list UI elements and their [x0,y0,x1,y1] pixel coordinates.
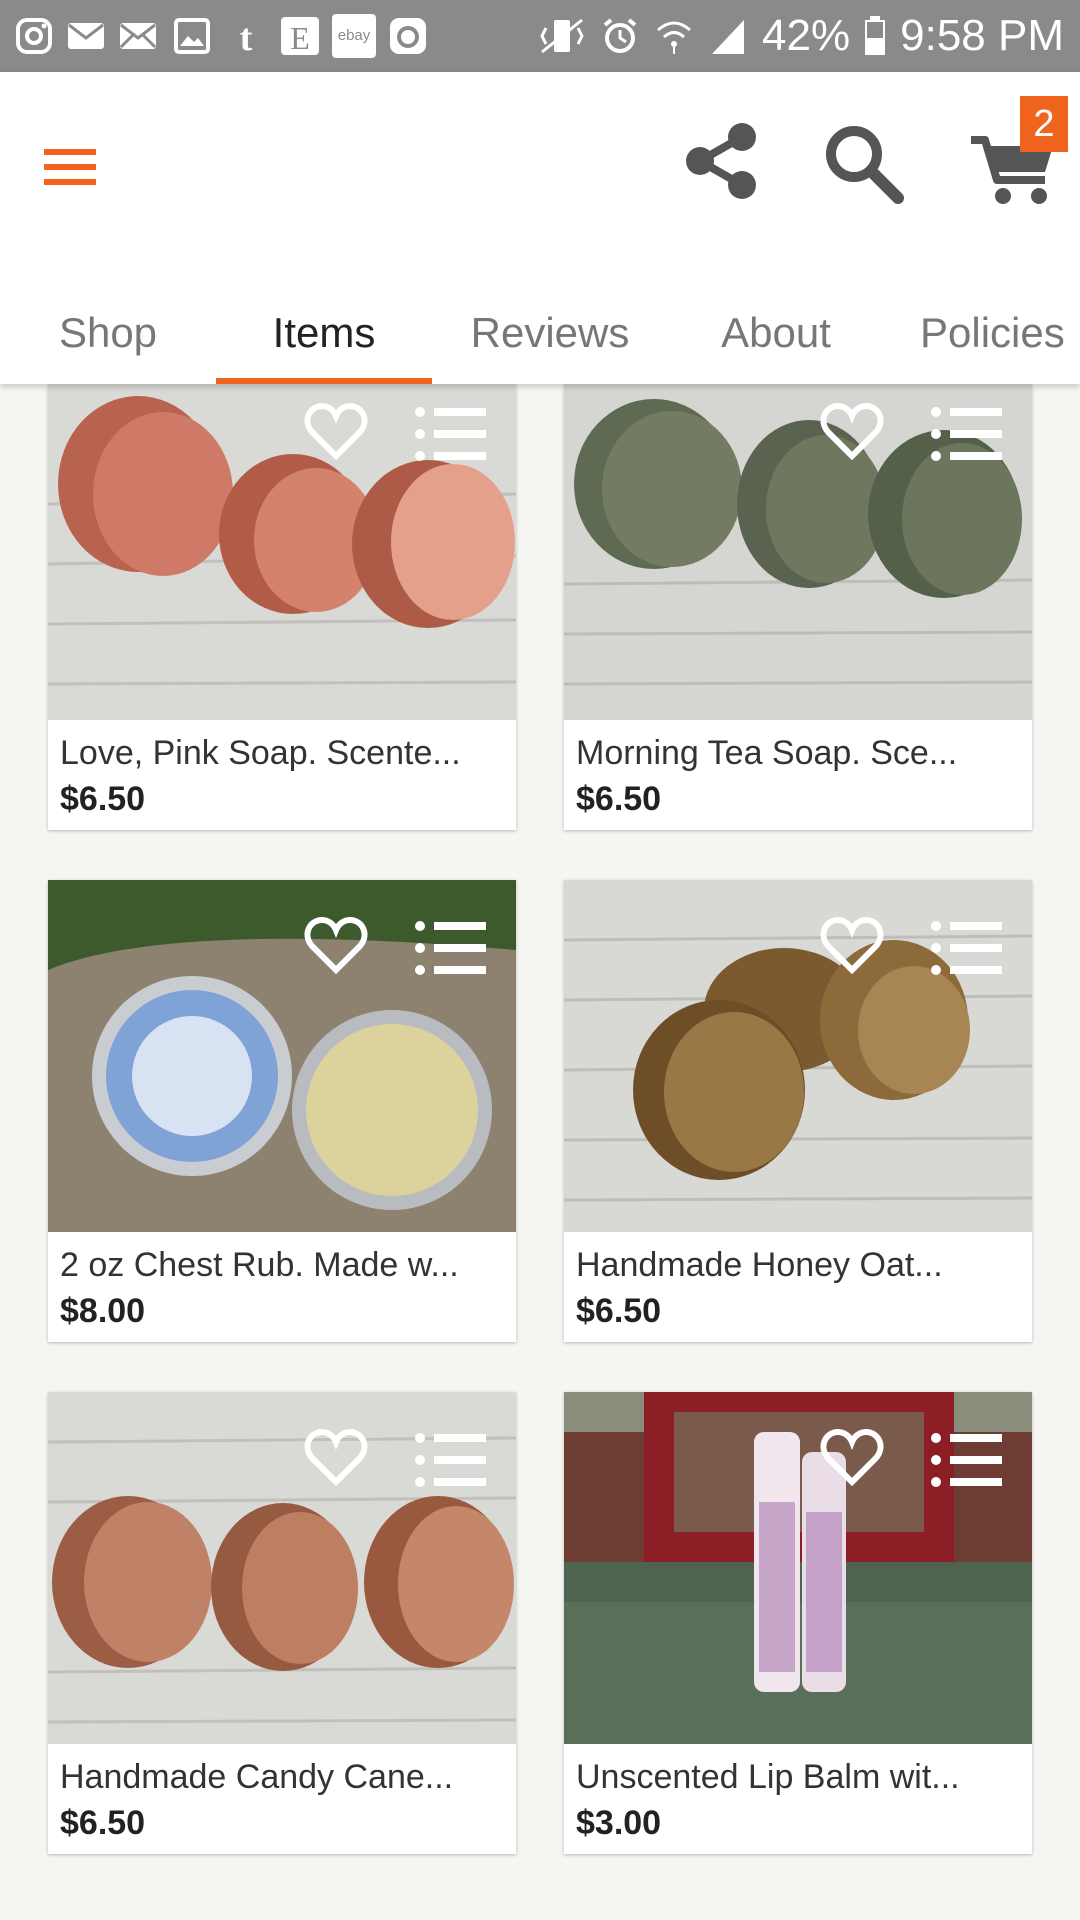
svg-text:E: E [290,20,310,56]
alarm-icon [603,18,637,53]
add-to-list-icon[interactable] [930,406,1004,462]
add-to-list-icon[interactable] [414,1432,488,1488]
listing-title[interactable]: Love, Pink Soap. Scente... [60,734,508,773]
etsy-icon: E [281,17,319,56]
tab-about[interactable]: About [668,282,884,384]
vibrate-icon [540,18,584,54]
active-tab-indicator [216,378,432,384]
listing-price: $3.00 [576,1804,662,1842]
add-to-list-icon[interactable] [414,920,488,976]
listing-card[interactable]: 2 oz Chest Rub. Made w... $8.00 [48,880,516,1342]
favorite-heart-icon[interactable] [820,1428,884,1488]
tab-items[interactable]: Items [216,282,432,384]
listing-title[interactable]: Unscented Lip Balm wit... [576,1758,1024,1797]
tab-shop[interactable]: Shop [0,282,216,384]
signal-icon [712,20,745,54]
wifi-icon [657,21,692,54]
listing-title[interactable]: Handmade Candy Cane... [60,1758,508,1797]
hamburger-menu-icon[interactable] [38,132,108,202]
listing-price: $6.50 [60,780,146,818]
cart-count-badge: 2 [1020,96,1068,152]
listing-card[interactable]: Morning Tea Soap. Sce... $6.50 [564,384,1032,830]
add-to-list-icon[interactable] [930,920,1004,976]
tab-reviews[interactable]: Reviews [432,282,668,384]
favorite-heart-icon[interactable] [820,916,884,976]
svg-text:t: t [240,17,253,58]
tumblr-icon: t [240,17,253,58]
add-to-list-icon[interactable] [414,406,488,462]
favorite-heart-icon[interactable] [820,402,884,462]
mail-icon [119,23,157,49]
tab-policies[interactable]: Policies [884,282,1080,384]
ebay-icon: ebay [332,14,376,58]
add-to-list-icon[interactable] [930,1432,1004,1488]
image-icon [174,18,210,54]
share-icon[interactable] [680,120,762,202]
search-icon[interactable] [820,120,906,206]
listing-title[interactable]: Morning Tea Soap. Sce... [576,734,1024,773]
camera-icon [390,18,426,54]
clock: 9:58 PM [900,11,1064,60]
listing-card[interactable]: Unscented Lip Balm wit... $3.00 [564,1392,1032,1854]
favorite-heart-icon[interactable] [304,916,368,976]
listing-price: $6.50 [576,1292,662,1330]
favorite-heart-icon[interactable] [304,1428,368,1488]
listing-card[interactable]: Love, Pink Soap. Scente... $6.50 [48,384,516,830]
listing-title[interactable]: Handmade Honey Oat... [576,1246,1024,1285]
listing-card[interactable]: Handmade Honey Oat... $6.50 [564,880,1032,1342]
shop-header: 2 Shop Items Reviews About Policies [0,72,1080,384]
listing-price: $6.50 [576,780,662,818]
battery-icon [865,16,886,55]
listing-title[interactable]: 2 oz Chest Rub. Made w... [60,1246,508,1285]
favorite-heart-icon[interactable] [304,402,368,462]
battery-percent: 42% [762,11,851,60]
instagram-icon [16,18,52,54]
listing-price: $6.50 [60,1804,146,1842]
mail-icon [68,23,104,49]
status-bar: t E ebay 42% 9:58 PM [0,0,1080,72]
listing-price: $8.00 [60,1292,146,1330]
listing-card[interactable]: Handmade Candy Cane... $6.50 [48,1392,516,1854]
shop-tabs: Shop Items Reviews About Policies [0,282,1080,384]
